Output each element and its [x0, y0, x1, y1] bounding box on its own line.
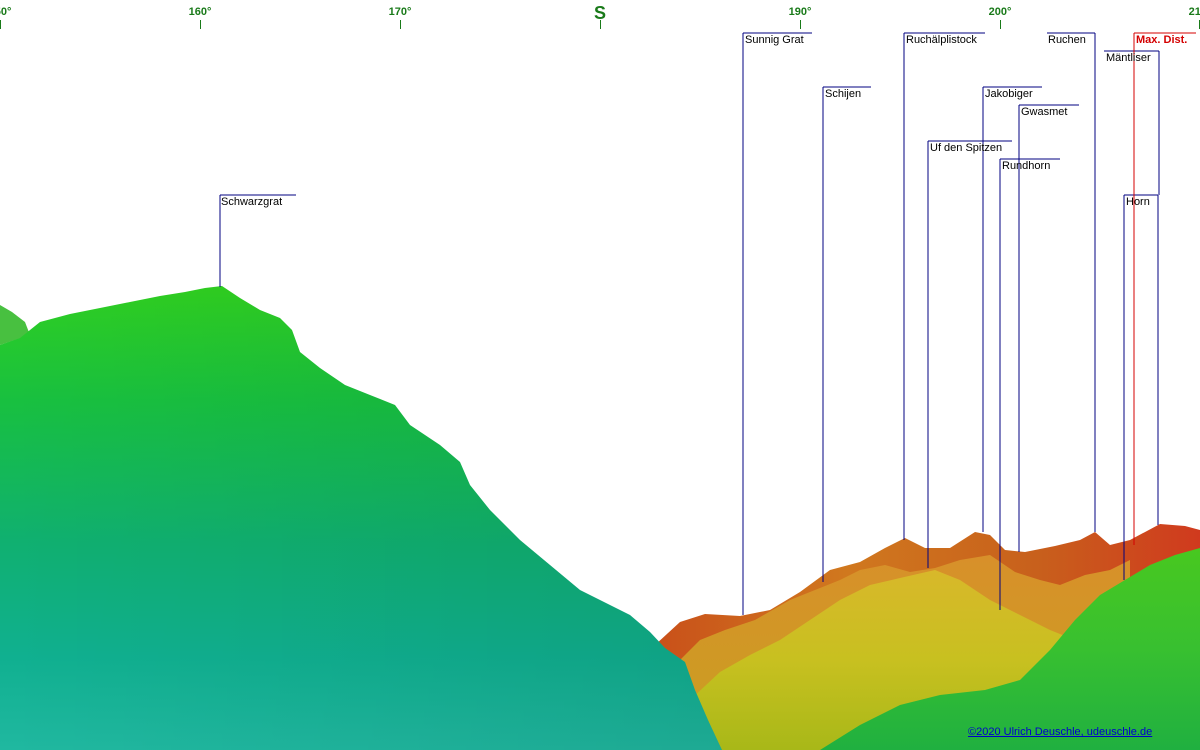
tick-label-150: 150°: [0, 6, 12, 18]
peak-label-mantliser[interactable]: Mäntliser: [1106, 52, 1151, 65]
tick-mark-200: [1000, 20, 1001, 29]
tick-label-190: 190°: [788, 6, 812, 18]
peak-label-ruchen[interactable]: Ruchen: [1048, 34, 1086, 47]
tick-mark-170: [400, 20, 401, 29]
peak-label-horn[interactable]: Horn: [1126, 196, 1150, 209]
peak-label-sunnig-grat[interactable]: Sunnig Grat: [745, 34, 804, 47]
peak-label-rundhorn[interactable]: Rundhorn: [1002, 160, 1050, 173]
max-dist-line: [1133, 32, 1196, 545]
peak-label-jakobiger[interactable]: Jakobiger: [985, 88, 1033, 101]
peak-label-schijen[interactable]: Schijen: [825, 88, 861, 101]
peak-label-gwasmet[interactable]: Gwasmet: [1021, 106, 1067, 119]
peak-label-ruchalplistock[interactable]: Ruchälplistock: [906, 34, 977, 47]
credit-link[interactable]: ©2020 Ulrich Deuschle, udeuschle.de: [968, 726, 1152, 738]
tick-label-160: 160°: [188, 6, 212, 18]
tick-mark-150: [0, 20, 1, 29]
foreground-mountain-shade: [0, 286, 722, 750]
tick-mark-160: [200, 20, 201, 29]
tick-mark-190: [800, 20, 801, 29]
max-distance-label: Max. Dist.: [1136, 34, 1188, 46]
tick-mark-south: [600, 20, 601, 29]
tick-label-170: 170°: [388, 6, 412, 18]
tick-label-210: 210°: [1188, 6, 1200, 18]
peak-label-uf-den-spitzen[interactable]: Uf den Spitzen: [930, 142, 1002, 155]
tick-label-200: 200°: [988, 6, 1012, 18]
panorama-canvas: [0, 32, 1200, 750]
peak-label-schwarzgrat[interactable]: Schwarzgrat: [221, 196, 282, 209]
